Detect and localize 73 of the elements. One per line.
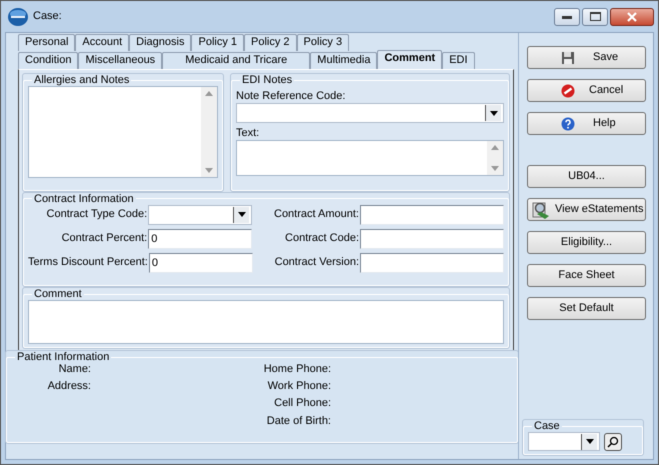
field-label: Cell Phone:: [274, 397, 331, 411]
help-icon: [561, 116, 575, 130]
minimize-button[interactable]: [554, 8, 580, 26]
note-reference-code-dropdown[interactable]: [236, 103, 504, 124]
app-logo-icon: [7, 6, 29, 26]
tab[interactable]: Multimedia: [310, 52, 378, 69]
field-label: Contract Type Code:: [46, 208, 148, 222]
cancel-icon: [561, 84, 575, 98]
button[interactable]: Save: [527, 46, 646, 69]
tab[interactable]: Account: [75, 34, 130, 51]
tab[interactable]: Policy 1: [191, 34, 244, 51]
dropdown-field[interactable]: [148, 204, 252, 225]
input-field[interactable]: [360, 228, 504, 249]
field-label: Note Reference Code:: [236, 90, 346, 104]
field-label: Text:: [236, 127, 260, 140]
button[interactable]: View eStatements: [527, 198, 646, 221]
scroll-up-icon[interactable]: [491, 145, 499, 150]
text-field[interactable]: [236, 140, 504, 176]
input-field[interactable]: 0: [148, 228, 252, 249]
caret-icon: [238, 212, 246, 218]
close-button[interactable]: [610, 8, 654, 26]
tab[interactable]: Medicaid and Tricare: [162, 52, 310, 69]
maximize-icon: [590, 12, 600, 21]
scrollbar[interactable]: [487, 141, 503, 176]
tab[interactable]: Condition: [18, 52, 78, 69]
field-label: Contract Percent:: [60, 232, 148, 246]
field-label: Date of Birth:: [266, 414, 331, 428]
tab[interactable]: Policy 3: [296, 34, 350, 51]
field-label: Name:: [58, 363, 91, 376]
input-field[interactable]: [360, 204, 504, 225]
group-title: Comment: [33, 288, 83, 300]
tab[interactable]: Personal: [18, 34, 76, 51]
field-label: Contract Version:: [274, 256, 360, 270]
group-title: Contract Information: [33, 192, 135, 205]
caret-icon: [490, 110, 498, 116]
search-icon: [607, 436, 619, 448]
field-label: Contract Code:: [284, 232, 360, 246]
tab[interactable]: Miscellaneous: [78, 52, 162, 69]
close-icon: [627, 12, 637, 22]
tab[interactable]: EDI: [442, 52, 475, 69]
scroll-up-icon[interactable]: [205, 91, 213, 96]
group-title: Case: [533, 420, 561, 432]
group-title: Allergies and Notes: [33, 74, 130, 86]
minimize-icon: [562, 14, 572, 18]
button[interactable]: Face Sheet: [527, 264, 646, 287]
scrollbar[interactable]: [201, 87, 217, 177]
field-label: Contract Amount:: [273, 208, 360, 222]
tab[interactable]: Diagnosis: [129, 34, 192, 51]
button[interactable]: Help: [527, 112, 646, 135]
button[interactable]: Eligibility...: [527, 231, 646, 254]
search-button[interactable]: [604, 432, 622, 450]
field-label: Work Phone:: [268, 380, 331, 394]
window-title: Case:: [33, 10, 62, 24]
tab[interactable]: Policy 2: [244, 34, 297, 51]
maximize-button[interactable]: [582, 8, 608, 26]
button[interactable]: UB04...: [527, 165, 646, 188]
caret-icon: [586, 439, 594, 444]
field-label: Address:: [48, 380, 91, 394]
comment-field[interactable]: [28, 300, 504, 344]
field-label: Home Phone:: [264, 363, 331, 376]
scroll-down-icon[interactable]: [491, 166, 499, 172]
input-field[interactable]: 0: [148, 252, 253, 273]
button[interactable]: Cancel: [527, 79, 646, 102]
button[interactable]: Set Default: [527, 297, 646, 320]
magnifier-document-icon: [531, 200, 551, 220]
case-dropdown[interactable]: [528, 432, 600, 451]
group-title: Patient Information: [16, 351, 110, 363]
scroll-down-icon[interactable]: [205, 168, 213, 173]
field-label: Terms Discount Percent:: [28, 256, 149, 270]
allergies-notes-field[interactable]: [28, 86, 218, 178]
group-title: EDI Notes: [241, 74, 294, 86]
input-field[interactable]: [360, 252, 504, 273]
tab[interactable]: Comment: [377, 50, 442, 69]
